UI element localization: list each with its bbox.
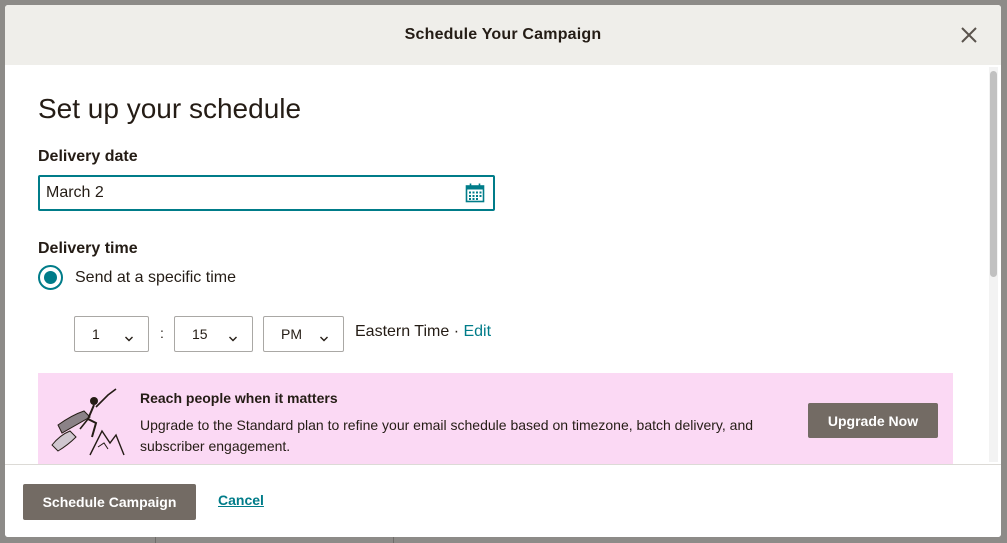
modal-body: Set up your schedule Delivery date March… — [5, 65, 985, 464]
close-icon[interactable] — [959, 25, 979, 45]
promo-text: Upgrade to the Standard plan to refine y… — [140, 417, 754, 454]
modal-scrollbar[interactable] — [989, 67, 998, 462]
scrollbar-thumb[interactable] — [990, 71, 997, 277]
cancel-link[interactable]: Cancel — [218, 492, 264, 508]
timezone-info: Eastern Time · Edit — [355, 323, 491, 341]
timezone-label: Eastern Time — [355, 323, 450, 340]
delivery-time-label: Delivery time — [38, 240, 138, 257]
time-separator: : — [160, 325, 164, 341]
climber-illustration-icon — [50, 385, 126, 457]
upgrade-promo: Reach people when it matters Upgrade to … — [38, 373, 953, 464]
specific-time-radio[interactable] — [38, 265, 63, 290]
meridiem-value: PM — [281, 326, 302, 342]
delivery-date-field[interactable]: March 2 — [38, 175, 495, 211]
calendar-icon[interactable] — [465, 183, 485, 203]
modal-footer: Schedule Campaign Cancel — [5, 464, 1001, 537]
backdrop-divider — [155, 537, 156, 543]
meridiem-select[interactable]: PM — [263, 316, 344, 352]
backdrop-divider — [393, 537, 394, 543]
radio-selected-dot — [44, 271, 57, 284]
chevron-down-icon — [228, 330, 238, 342]
delivery-date-label: Delivery date — [38, 148, 138, 165]
chevron-down-icon — [319, 330, 329, 342]
schedule-modal: Schedule Your Campaign Set up your sched… — [5, 5, 1001, 537]
promo-title: Reach people when it matters — [140, 390, 338, 406]
hour-value: 1 — [92, 326, 100, 342]
modal-header: Schedule Your Campaign — [5, 5, 1001, 65]
schedule-campaign-button[interactable]: Schedule Campaign — [23, 484, 196, 520]
chevron-down-icon — [124, 330, 134, 342]
modal-title: Schedule Your Campaign — [404, 26, 602, 43]
timezone-separator: · — [449, 323, 464, 340]
hour-select[interactable]: 1 — [74, 316, 149, 352]
page-title: Set up your schedule — [38, 93, 302, 124]
specific-time-option[interactable]: Send at a specific time — [38, 265, 236, 290]
timezone-edit-link[interactable]: Edit — [463, 323, 491, 340]
specific-time-label: Send at a specific time — [75, 268, 236, 286]
upgrade-now-button[interactable]: Upgrade Now — [808, 403, 938, 438]
minute-select[interactable]: 15 — [174, 316, 253, 352]
minute-value: 15 — [192, 326, 208, 342]
delivery-date-value: March 2 — [46, 184, 104, 201]
